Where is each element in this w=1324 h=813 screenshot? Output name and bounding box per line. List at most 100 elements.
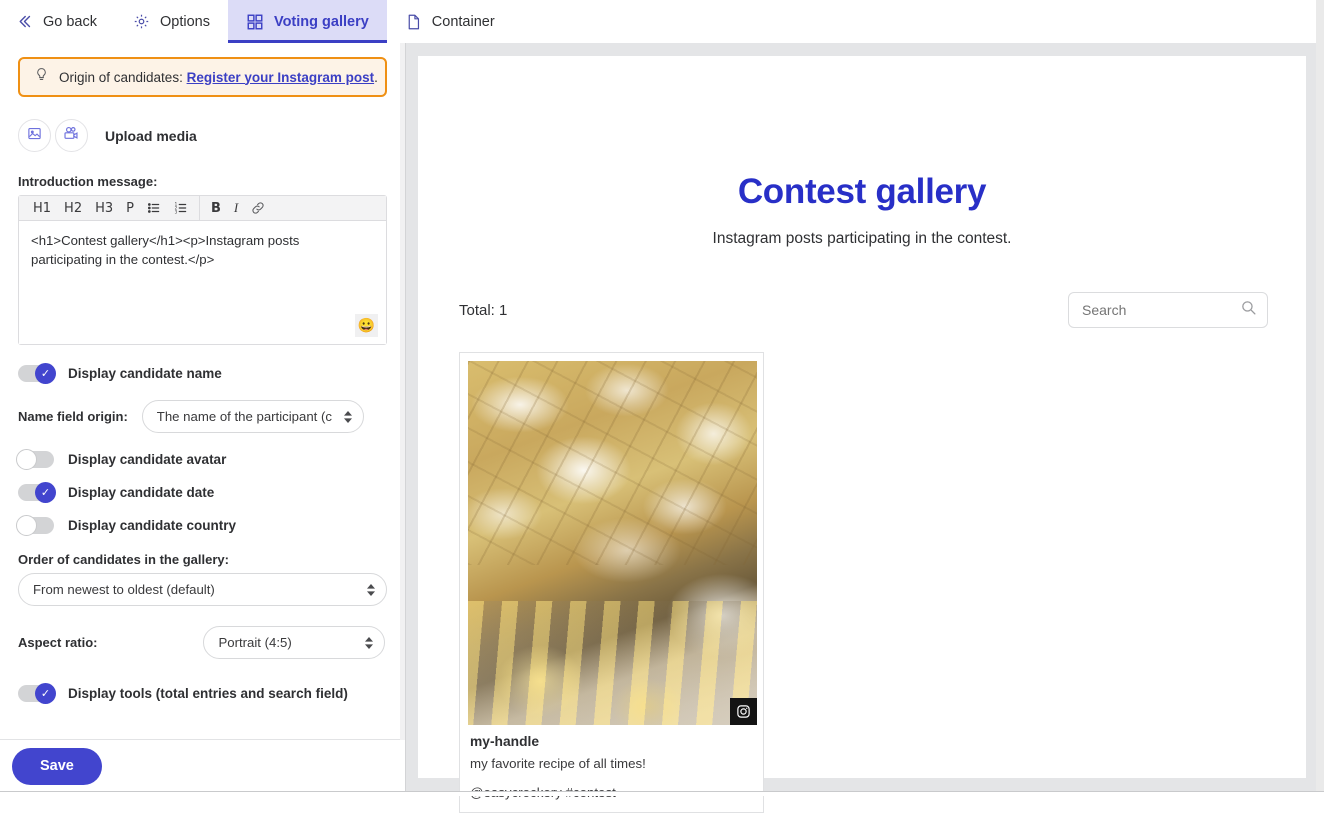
settings-scroll-area: Origin of candidates: Register your Inst… <box>0 43 405 740</box>
page-subtitle: Instagram posts participating in the con… <box>712 230 1012 247</box>
display-candidate-name-row: ✓ Display candidate name <box>18 363 387 384</box>
paragraph-button[interactable]: P <box>120 196 140 220</box>
display-candidate-country-row: Display candidate country <box>16 515 387 536</box>
document-icon <box>405 13 422 31</box>
bulleted-list-icon[interactable] <box>141 196 167 220</box>
display-candidate-name-toggle[interactable]: ✓ <box>18 363 56 384</box>
tab-label: Options <box>160 13 210 30</box>
upload-media-label: Upload media <box>105 127 197 144</box>
display-candidate-date-toggle[interactable]: ✓ <box>18 482 56 503</box>
tab-container[interactable]: Container <box>387 0 513 43</box>
callout-suffix: . <box>374 69 378 85</box>
tab-go-back[interactable]: Go back <box>0 0 115 43</box>
emoji-icon[interactable]: 😀 <box>355 314 378 337</box>
aspect-ratio-select[interactable]: Portrait (4:5) <box>203 626 386 659</box>
introduction-message-input[interactable]: <h1>Contest gallery</h1><p>Instagram pos… <box>19 221 386 344</box>
display-candidate-country-label: Display candidate country <box>68 518 237 533</box>
toolbar-divider <box>198 195 200 221</box>
register-instagram-post-link[interactable]: Register your Instagram post <box>187 70 375 85</box>
video-camera-icon <box>63 126 80 146</box>
heading-2-button[interactable]: H2 <box>58 196 88 220</box>
save-button[interactable]: Save <box>12 747 102 785</box>
instagram-icon <box>730 698 757 725</box>
aspect-ratio-label: Aspect ratio: <box>18 635 98 650</box>
aspect-ratio-value: Portrait (4:5) <box>218 635 292 650</box>
display-candidate-country-toggle[interactable] <box>16 515 54 536</box>
candidate-photo <box>468 361 757 725</box>
chevron-updown-icon <box>365 636 374 649</box>
callout-prefix: Origin of candidates: <box>59 69 187 85</box>
display-tools-toggle[interactable]: ✓ <box>18 683 56 704</box>
topbar-right-filler <box>1316 0 1324 43</box>
introduction-message-label: Introduction message: <box>18 174 158 189</box>
search-box[interactable] <box>1068 292 1268 328</box>
tab-voting-gallery[interactable]: Voting gallery <box>227 0 387 43</box>
lightbulb-icon <box>34 66 49 88</box>
total-count: Total: 1 <box>459 301 508 319</box>
order-of-candidates-select[interactable]: From newest to oldest (default) <box>18 573 387 606</box>
search-icon[interactable] <box>1240 299 1257 321</box>
upload-media-row: Upload media <box>18 119 387 152</box>
display-candidate-avatar-toggle[interactable] <box>16 449 54 470</box>
display-candidate-date-label: Display candidate date <box>68 485 215 500</box>
name-field-origin-row: Name field origin: The name of the parti… <box>18 400 387 433</box>
display-candidate-date-row: ✓ Display candidate date <box>18 482 387 503</box>
chevrons-left-icon <box>16 13 33 30</box>
candidate-card[interactable]: my-handle my favorite recipe of all time… <box>459 352 764 813</box>
candidate-caption: my favorite recipe of all times! <box>470 756 646 771</box>
settings-footer: Save <box>0 740 405 792</box>
link-icon[interactable] <box>245 196 271 220</box>
candidates-grid: my-handle my favorite recipe of all time… <box>459 352 1306 813</box>
tab-label: Voting gallery <box>273 13 369 30</box>
upload-image-button[interactable] <box>18 119 51 152</box>
editor-content: <h1>Contest gallery</h1><p>Instagram pos… <box>31 233 300 268</box>
numbered-list-icon[interactable]: 1 2 3 <box>168 196 194 220</box>
candidate-handle: my-handle <box>470 734 539 749</box>
name-field-origin-select[interactable]: The name of the participant (c <box>141 400 364 433</box>
workspace: Origin of candidates: Register your Inst… <box>0 43 1324 813</box>
origin-of-candidates-callout: Origin of candidates: Register your Inst… <box>18 57 387 97</box>
gear-icon <box>133 13 150 30</box>
callout-text: Origin of candidates: Register your Inst… <box>59 70 378 85</box>
window-bottom-strip <box>0 791 1324 796</box>
italic-button[interactable]: I <box>228 196 244 220</box>
check-icon: ✓ <box>35 363 56 384</box>
grid-icon <box>246 13 264 31</box>
settings-scrollbar[interactable] <box>400 43 405 740</box>
toggle-knob <box>16 515 37 536</box>
display-candidate-name-label: Display candidate name <box>68 366 222 381</box>
bold-button[interactable]: B <box>205 196 227 220</box>
svg-text:3: 3 <box>175 209 178 214</box>
image-icon <box>27 126 42 146</box>
chevron-updown-icon <box>367 583 375 596</box>
tab-label: Go back <box>43 13 97 30</box>
search-input[interactable] <box>1082 302 1232 318</box>
tab-bar: Go back Options Voting gallery Container <box>0 0 1316 43</box>
display-candidate-avatar-label: Display candidate avatar <box>68 452 227 467</box>
page-title: Contest gallery <box>737 172 987 211</box>
preview-scrollbar[interactable] <box>1316 43 1324 796</box>
order-of-candidates-label: Order of candidates in the gallery: <box>18 552 229 567</box>
tab-label: Container <box>431 13 495 30</box>
check-icon: ✓ <box>35 482 56 503</box>
tab-options[interactable]: Options <box>115 0 228 43</box>
chevron-updown-icon <box>343 410 352 423</box>
check-icon: ✓ <box>35 683 56 704</box>
settings-panel: Origin of candidates: Register your Inst… <box>0 43 406 793</box>
editor-toolbar: H1 H2 H3 P 1 2 3 B I <box>19 195 386 221</box>
display-tools-label: Display tools (total entries and search … <box>68 686 348 701</box>
heading-3-button[interactable]: H3 <box>89 196 119 220</box>
order-of-candidates-value: From newest to oldest (default) <box>33 582 215 597</box>
upload-video-button[interactable] <box>55 119 88 152</box>
toggle-knob <box>16 449 37 470</box>
gallery-tools: Total: 1 <box>459 292 1268 328</box>
candidate-media <box>468 361 757 725</box>
display-candidate-avatar-row: Display candidate avatar <box>16 449 387 470</box>
display-tools-row: ✓ Display tools (total entries and searc… <box>18 683 387 704</box>
aspect-ratio-row: Aspect ratio: Portrait (4:5) <box>18 626 387 659</box>
candidate-info: my-handle my favorite recipe of all time… <box>468 725 755 812</box>
name-field-origin-value: The name of the participant (c <box>156 409 332 424</box>
name-field-origin-label: Name field origin: <box>18 409 128 424</box>
introduction-message-editor: H1 H2 H3 P 1 2 3 B I <h1>Contest gallery… <box>18 195 387 345</box>
heading-1-button[interactable]: H1 <box>27 196 57 220</box>
